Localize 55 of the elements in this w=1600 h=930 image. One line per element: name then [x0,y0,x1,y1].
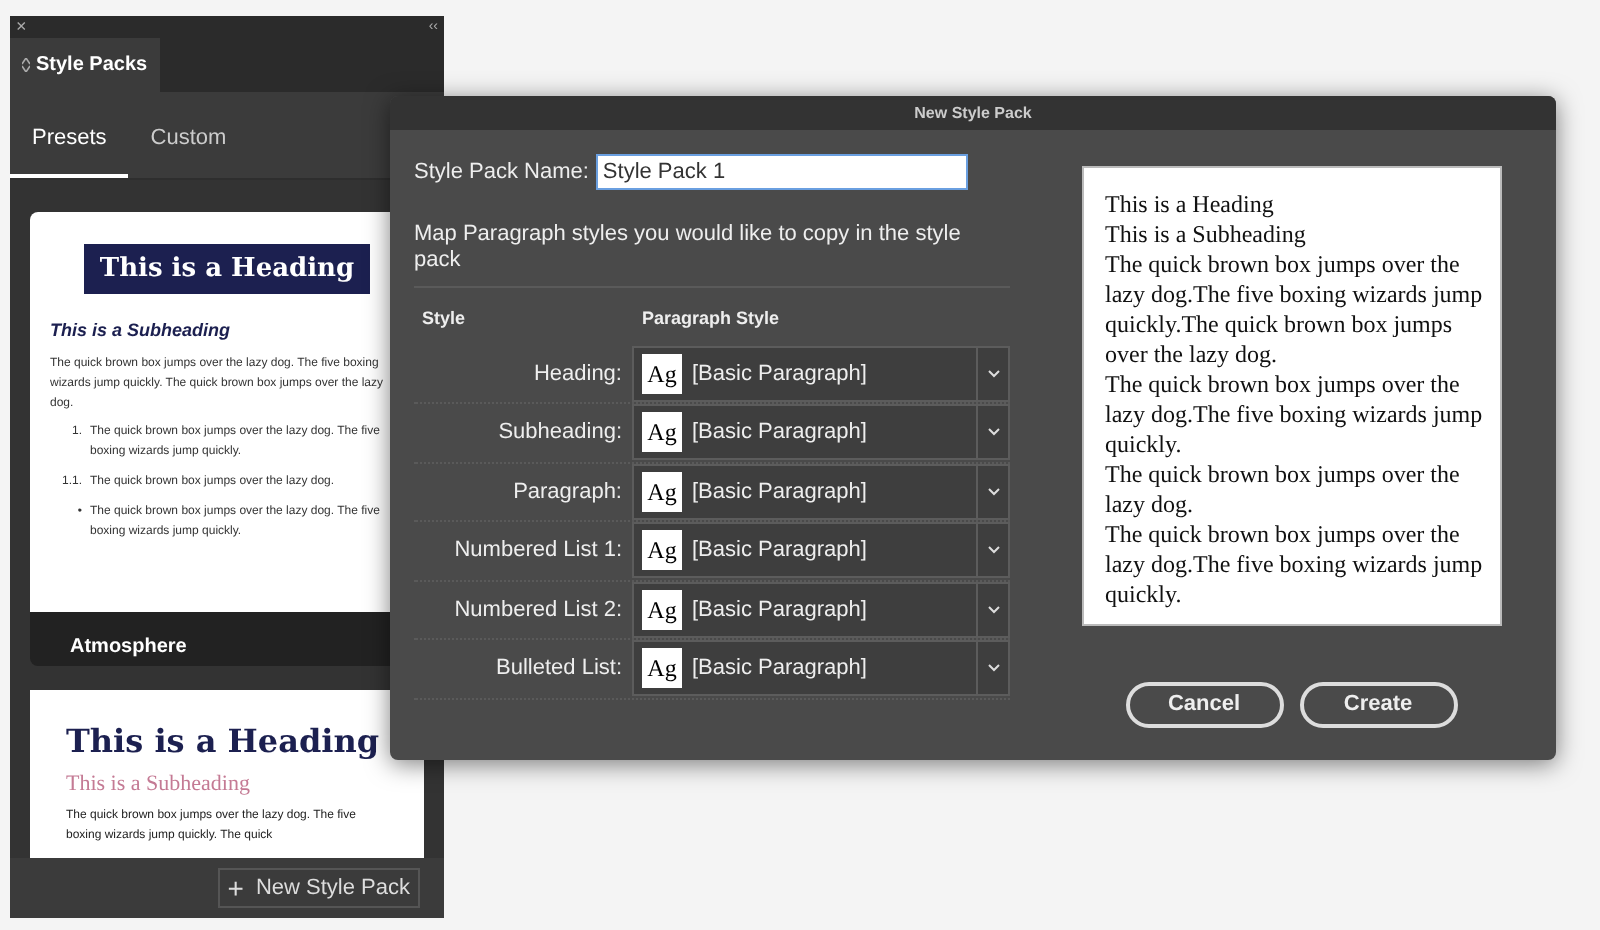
style-label: Bulleted List: [494,654,624,684]
card-subheading: This is a Subheading [50,318,233,344]
dialog-button[interactable]: Cancel [1125,682,1283,728]
style-label: Subheading: [496,418,624,448]
paragraph-style-dropdown[interactable]: Ag [Basic Paragraph] [632,404,1010,461]
paragraph-style-dropdown[interactable]: Ag [Basic Paragraph] [632,640,1010,697]
swatch-icon: Ag [642,353,682,394]
style-label: Numbered List 2: [452,595,624,625]
swatch-icon: Ag [642,530,682,571]
style-label: Paragraph: [511,477,624,507]
card-heading: This is a Heading [66,722,382,763]
chevron-down-icon [987,487,999,496]
dropdown-value: [Basic Paragraph] [692,359,869,389]
column-header: Style [420,306,468,332]
chevron-down-icon [987,605,999,614]
dropdown-value: [Basic Paragraph] [692,595,869,625]
dialog-button[interactable]: Create [1299,682,1457,728]
swatch-icon: Ag [642,412,682,453]
preview-text: The quick brown box jumps over the lazy dog.The five boxing wizards jump quickly. [1105,520,1485,610]
chevron-down-icon [987,369,999,378]
style-label: Numbered List 1: [452,536,624,566]
plus-icon: + [227,874,244,902]
dropdown-value: [Basic Paragraph] [692,477,869,507]
preview-text: The quick brown box jumps over the lazy dog.The five boxing wizards jump quickly.The quick brown box jumps over the lazy dog. [1105,250,1485,370]
paragraph-style-dropdown[interactable]: Ag [Basic Paragraph] [632,345,1010,402]
card-name: Atmosphere [68,633,189,661]
new-style-pack-button[interactable]: + New Style Pack [217,868,420,908]
card-subheading: This is a Subheading [66,770,252,801]
dialog-title: New Style Pack [390,96,1556,130]
dropdown-value: [Basic Paragraph] [692,654,869,684]
preview-text: The quick brown box jumps over the lazy dog. [1105,460,1462,520]
paragraph-style-dropdown[interactable]: Ag [Basic Paragraph] [632,581,1010,638]
chevron-down-icon [987,664,999,673]
swatch-icon: Ag [642,589,682,630]
preview-text: This is a Heading [1105,190,1276,220]
instructions-text: Map Paragraph styles you would like to copy in the style pack [414,222,963,274]
chevron-down-icon [987,546,999,555]
column-header: Paragraph Style [642,306,780,332]
tab[interactable]: Custom [128,104,249,177]
swatch-icon: Ag [642,471,682,512]
sort-icon [22,58,30,72]
paragraph-style-dropdown[interactable]: Ag [Basic Paragraph] [632,463,1010,520]
dropdown-value: [Basic Paragraph] [692,536,869,566]
style-label: Heading: [531,359,624,389]
chevron-down-icon [987,428,999,437]
name-label: Style Pack Name: [414,157,589,188]
dropdown-value: [Basic Paragraph] [692,418,869,448]
preview-text: This is a Subheading [1105,220,1308,250]
card-heading: This is a Heading [83,243,371,294]
close-button[interactable]: × [16,18,27,36]
preview-text: The quick brown box jumps over the lazy dog.The five boxing wizards jump quickly. [1105,370,1485,460]
panel-tab[interactable]: Style Packs [10,38,160,92]
swatch-icon: Ag [642,648,682,689]
paragraph-style-dropdown[interactable]: Ag [Basic Paragraph] [632,522,1010,579]
name-field[interactable]: Style Pack 1 [596,154,969,190]
